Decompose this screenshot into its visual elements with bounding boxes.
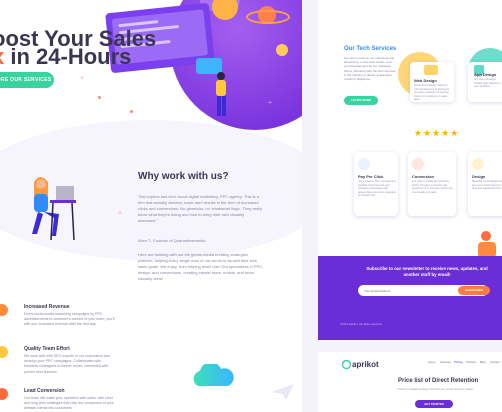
team-icon [0,346,8,358]
web-design-card[interactable]: Web Design Professional design will driv… [410,62,454,102]
pricing-heading: Price list of Direct Retention [398,378,479,384]
dot-decoration-icon [130,110,133,113]
nav-blog[interactable]: Blog [480,360,486,364]
feature-title: Increased Revenue [24,304,70,310]
planet-icon [276,44,288,56]
why-body-text: Here are building with out the genes med… [138,252,264,281]
nav-pricing[interactable]: Pricing [454,360,463,364]
card-text: Our team develops lovable apps tailored … [474,78,501,89]
nav-contact[interactable]: Contact [490,360,500,364]
explore-services-button[interactable]: EXPLORE OUR SERVICES [0,72,54,88]
services-text: Our tool is used on our marketing and ad… [344,56,396,82]
services-page: Our Tech Services Our tool is used on ou… [318,0,502,340]
nav-services[interactable]: Services [440,360,451,364]
testimonial-author: Allen T., Founder of Quarantimemedia [138,238,206,243]
why-work-with-us-heading: Why work with us? [138,171,229,182]
service-card[interactable]: Conversion Our goal to enable all market… [408,152,456,216]
conversion-icon [0,388,8,400]
feature-text: Every social media marketing campaigns b… [24,312,115,327]
dot-decoration-icon [98,96,101,99]
card-text: Our goal to enable all marketing efforts… [412,180,453,194]
card-text: Beautiful visual designs for all of your… [472,180,502,191]
card-text: Professional design will drive web devel… [414,84,450,102]
revenue-icon [0,304,8,316]
nav-home[interactable]: Home [428,360,435,364]
card-text: Our complete PPC management handled adve… [358,180,396,198]
design-icon [472,158,484,170]
newsletter-title: Subscribe to our newsletter to receive n… [366,266,488,277]
plus-decoration-icon: + [268,100,273,107]
click-icon [358,158,370,170]
feature-title: Quality Team Effort [24,346,70,352]
aprikot-logo-icon [342,360,351,369]
footer-copyright: ©2021 Aprikot. All rights reserved. [340,322,383,326]
card-title: Design [472,174,486,179]
plus-decoration-icon: + [118,210,123,217]
learn-more-button[interactable]: LEARN MORE [344,96,378,105]
testimonial-quote: "Dal experts fact-tech visual digital ma… [138,194,263,223]
pricing-page: aprikot Home Services Pricing Portfolio … [318,352,502,412]
card-title: App Design [474,72,497,77]
pricing-subtext: Choose a suitable package that suits you… [397,388,473,391]
logo-text: aprikot [352,360,379,369]
hero-heading-rest: in 24-Hours [4,44,132,69]
card-title: Pay Per Click [358,174,384,179]
planet-ring-icon [246,10,290,24]
service-card[interactable]: Design Beautiful visual designs for all … [468,152,502,216]
person-illustration [216,72,226,116]
plus-decoration-icon: + [80,75,85,82]
woman-with-laptop-illustration [32,177,76,241]
rating-stars: ★★★★★ [414,128,460,138]
get-started-button[interactable]: GET STARTED [415,400,453,408]
service-card[interactable]: Pay Per Click Our complete PPC managemen… [354,152,398,216]
card-title: Conversion [412,174,435,179]
cloud-icon [193,364,234,386]
nav-portfolio[interactable]: Portfolio [466,360,476,364]
feature-text: We work with with SEO experts in our cor… [24,354,111,374]
monitor-icon [424,65,438,75]
card-title: Web Design [414,78,437,83]
services-heading: Our Tech Services [344,46,397,52]
feature-text: Our team will make your operation with s… [24,396,114,411]
feature-title: Lead Conversion [24,388,65,394]
hero-heading-line2: x in 24-Hours [0,44,131,70]
app-design-card[interactable]: App Design Our team develops lovable app… [468,62,502,102]
paper-plane-icon [272,384,294,400]
landing-page-left: oost Your Sales x in 24-Hours EXPLORE OU… [0,0,302,412]
subscribe-button[interactable]: SUBSCRIBE [458,286,490,295]
conversion-icon [412,158,424,170]
